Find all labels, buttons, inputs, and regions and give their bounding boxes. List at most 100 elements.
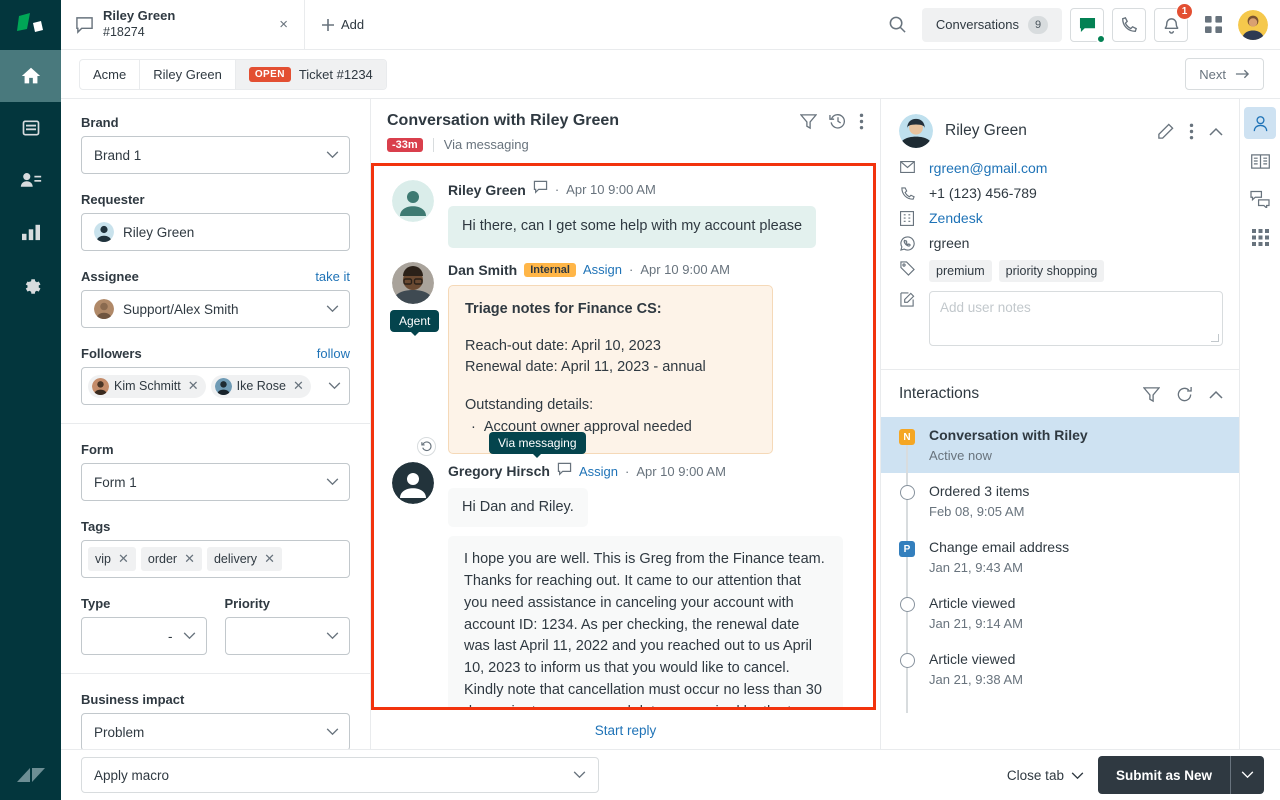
close-tab-label: Close tab [1006,767,1064,783]
remove-tag-icon[interactable]: ✕ [264,551,275,567]
business-impact-select[interactable]: Problem [81,713,350,749]
organization-value[interactable]: Zendesk [929,210,983,226]
zendesk-logo-icon[interactable] [0,0,61,50]
context-scroll: Riley Green rgreen@gmail.com +1 (123) 45… [881,99,1239,749]
ticket-tab[interactable]: Riley Green #18274 × [61,0,305,49]
chevron-up-icon[interactable] [1209,127,1223,136]
chevron-down-icon [326,632,339,640]
business-impact-label: Business impact [81,692,185,707]
field-assignee: Assignee take it Support/Alex Smith [81,269,350,328]
breadcrumb-item-ticket[interactable]: OPEN Ticket #1234 [235,59,386,89]
list-item[interactable]: N Conversation with Riley Active now [881,417,1239,473]
separator-dot: · [624,463,630,479]
breadcrumb-item-user[interactable]: Riley Green [140,59,236,89]
user-tag-chip[interactable]: premium [929,260,992,282]
speech-bubble-icon [75,16,94,34]
whatsapp-icon [899,235,915,251]
close-tab-button[interactable]: Close tab [1007,768,1084,783]
fields-divider [61,423,370,424]
chevron-down-icon [326,151,339,159]
sidebar-item-reporting[interactable] [0,206,61,258]
tab-subtitle: #18274 [103,25,145,40]
conversations-pill[interactable]: Conversations 9 [921,7,1062,42]
user-notes-input[interactable]: Add user notes [929,291,1223,346]
conversations-label: Conversations [935,17,1019,32]
filter-icon[interactable] [800,113,817,130]
assignee-select[interactable]: Support/Alex Smith [81,290,350,328]
remove-tag-icon[interactable]: ✕ [184,551,195,567]
start-reply-button[interactable]: Start reply [595,723,657,738]
tags-input[interactable]: vip ✕ order ✕ delivery ✕ [81,540,350,578]
more-vertical-icon[interactable] [1189,123,1194,140]
list-item[interactable]: P Change email address Jan 21, 9:43 AM [881,529,1239,585]
remove-follower-icon[interactable]: ✕ [293,378,304,394]
search-icon[interactable] [882,9,914,41]
next-ticket-button[interactable]: Next [1185,58,1264,90]
submit-button[interactable]: Submit as New [1097,756,1230,794]
messaging-icon[interactable] [1070,7,1106,44]
history-icon[interactable] [829,112,847,130]
tag-chip[interactable]: order ✕ [140,547,202,571]
follower-chip[interactable]: Ike Rose ✕ [210,374,311,398]
brand-select[interactable]: Brand 1 [81,136,350,174]
knowledge-book-icon[interactable] [1244,145,1276,177]
remove-follower-icon[interactable]: ✕ [188,378,199,394]
tag-chip[interactable]: delivery ✕ [206,547,282,571]
conversations-icon[interactable] [1244,183,1276,215]
message-time: Apr 10 9:00 AM [640,262,730,278]
list-item[interactable]: Ordered 3 items Feb 08, 9:05 AM [881,473,1239,529]
apply-macro-select[interactable]: Apply macro [81,757,599,793]
take-it-link[interactable]: take it [315,269,350,284]
submit-dropdown-button[interactable] [1230,756,1264,794]
requester-input[interactable]: Riley Green [81,213,350,251]
assign-link[interactable]: Assign [583,262,622,277]
sidebar-item-customers[interactable] [0,154,61,206]
brand-label: Brand [81,115,119,130]
chevron-up-icon[interactable] [1209,390,1223,399]
breadcrumb-item-org[interactable]: Acme [80,59,141,89]
remove-tag-icon[interactable]: ✕ [118,551,129,567]
ticket-fields-panel: Brand Brand 1 Requester Riley Green Assi… [61,99,371,749]
list-item[interactable]: Article viewed Jan 21, 9:38 AM [881,641,1239,697]
conversation-log[interactable]: Riley Green · Apr 10 9:00 AM Hi there, c… [371,163,876,710]
separator-dot: · [629,262,634,278]
tag-chip[interactable]: vip ✕ [88,547,136,571]
more-vertical-icon[interactable] [859,113,864,130]
sidebar-item-views[interactable] [0,102,61,154]
zendesk-mark-icon [0,764,61,786]
assign-link[interactable]: Assign [579,464,618,479]
refresh-icon[interactable] [1176,386,1193,403]
interaction-title: Article viewed [929,595,1016,611]
user-icon[interactable] [1244,107,1276,139]
list-item[interactable]: Article viewed Jan 21, 9:14 AM [881,585,1239,641]
chevron-down-icon [1071,768,1084,783]
sidebar-item-admin[interactable] [0,258,61,310]
type-select[interactable]: - [81,617,207,655]
marker-badge: N [899,429,915,445]
detail-email: rgreen@gmail.com [899,160,1223,176]
apply-macro-label: Apply macro [94,767,170,783]
priority-select[interactable] [224,617,350,655]
pencil-icon[interactable] [1157,122,1174,140]
add-tab-button[interactable]: Add [305,0,380,49]
assignee-label: Assignee [81,269,139,284]
followers-input[interactable]: Kim Schmitt ✕ Ike Rose ✕ [81,367,350,405]
email-value[interactable]: rgreen@gmail.com [929,160,1047,176]
detail-notes: Add user notes [899,291,1223,346]
phone-icon[interactable] [1112,7,1146,42]
avatar[interactable] [1238,9,1268,40]
form-select[interactable]: Form 1 [81,463,350,501]
close-icon[interactable]: × [275,12,292,37]
conversations-count: 9 [1028,15,1048,34]
bell-icon[interactable]: 1 [1154,2,1193,42]
conversation-header: Conversation with Riley Green -33m Via m… [371,99,880,163]
user-tag-chip[interactable]: priority shopping [998,260,1105,282]
sidebar-item-home[interactable] [0,50,61,102]
follow-link[interactable]: follow [317,346,350,361]
apps-grid-icon[interactable] [1244,221,1276,253]
grid-apps-icon[interactable] [1196,8,1230,42]
follower-chip[interactable]: Kim Schmitt ✕ [88,374,206,398]
divider [432,137,434,152]
filter-icon[interactable] [1143,386,1160,403]
chevron-down-icon[interactable] [328,382,341,390]
